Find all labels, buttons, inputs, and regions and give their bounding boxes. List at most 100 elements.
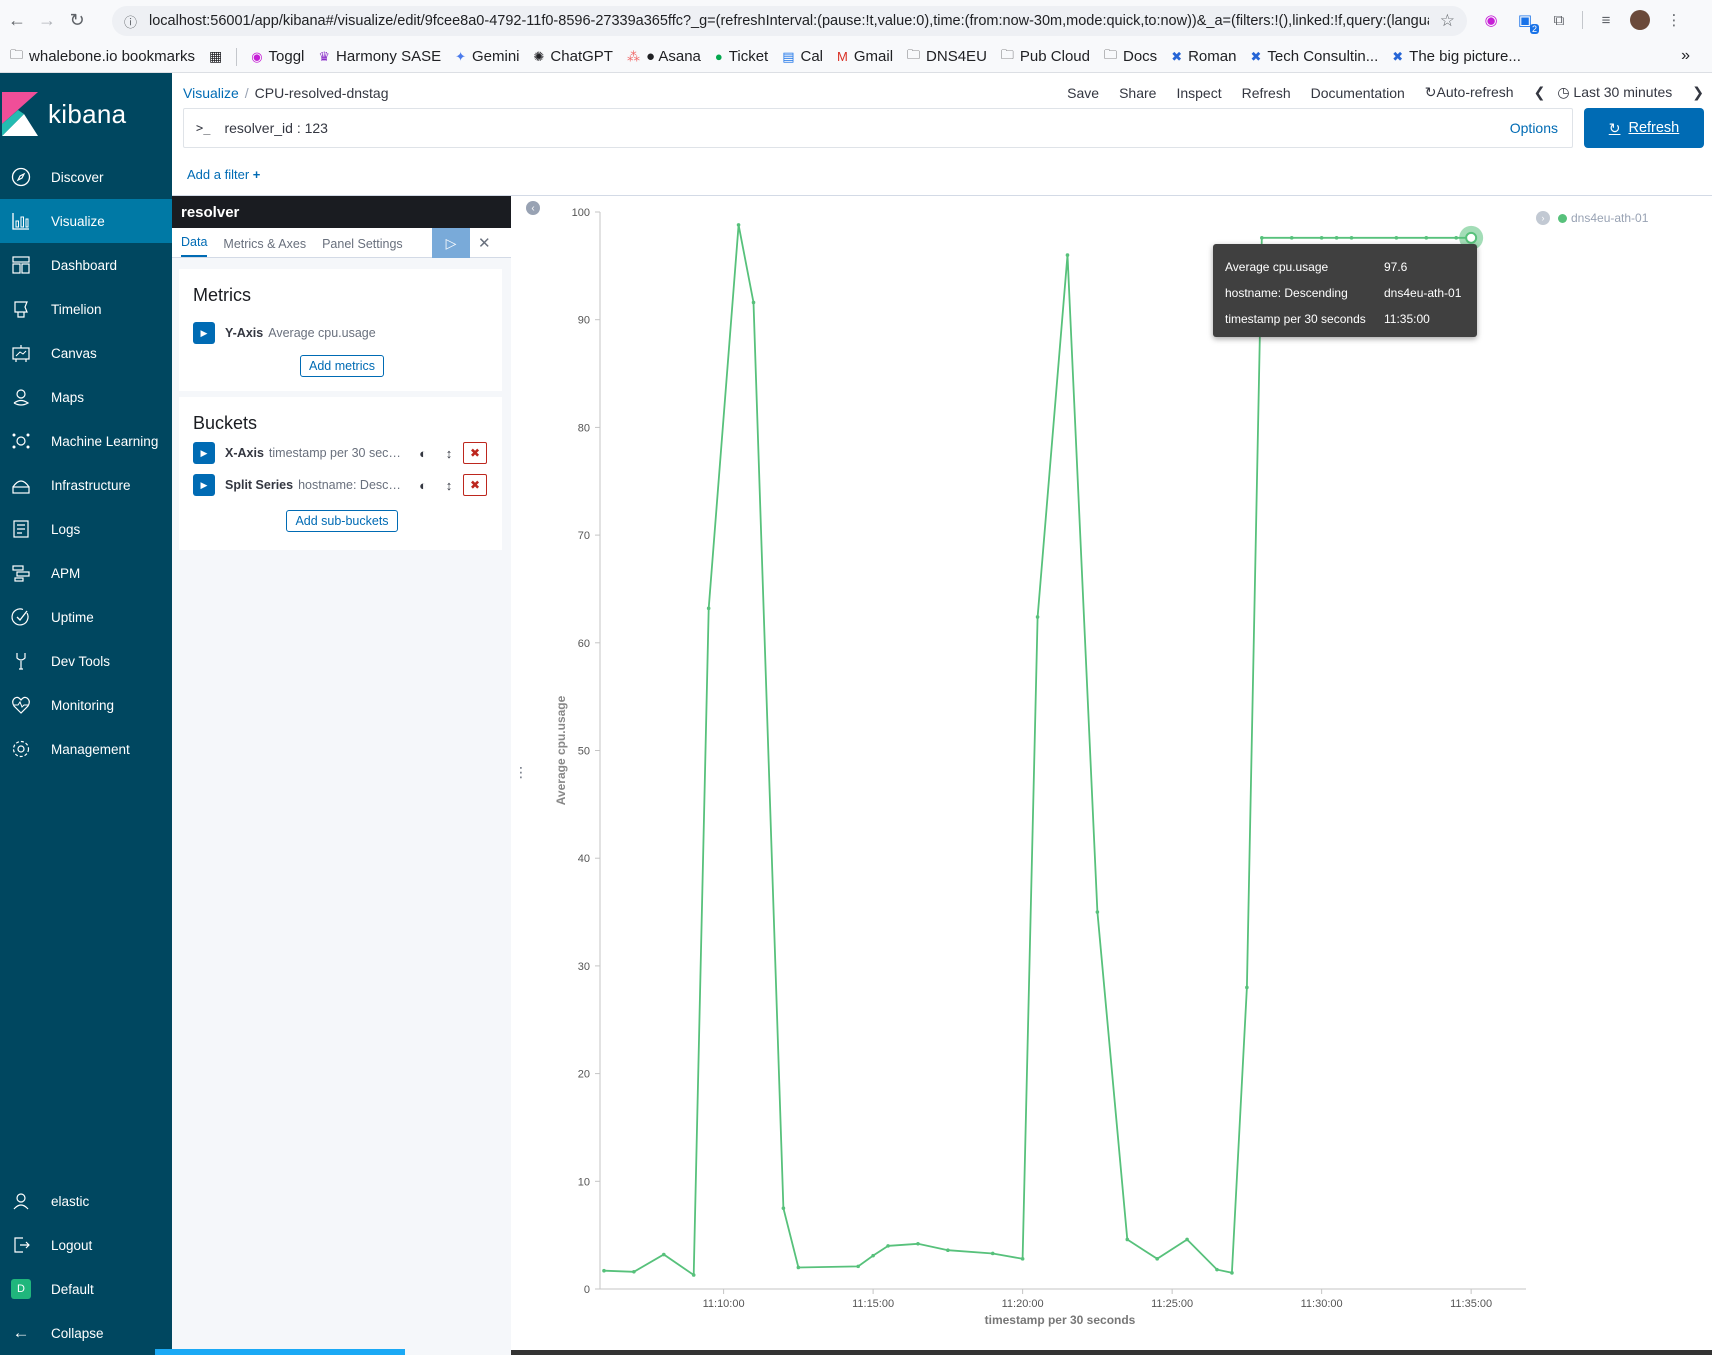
refresh-menu-button[interactable]: Refresh bbox=[1242, 85, 1291, 101]
add-filter-button[interactable]: Add a filter + bbox=[187, 167, 260, 182]
query-options-button[interactable]: Options bbox=[1510, 120, 1558, 136]
bookmark-label: DNS4EU bbox=[926, 48, 987, 65]
nav-infrastructure[interactable]: Infrastructure bbox=[0, 463, 172, 507]
save-button[interactable]: Save bbox=[1067, 85, 1099, 101]
drag-handle-icon[interactable]: ↕ bbox=[437, 442, 461, 464]
data-point bbox=[886, 1244, 890, 1248]
breadcrumb-visualize[interactable]: Visualize bbox=[183, 85, 239, 101]
nav-management[interactable]: Management bbox=[0, 727, 172, 771]
toggle-agg-icon[interactable]: ◐ bbox=[411, 442, 435, 464]
expand-arrow-icon[interactable]: ▶ bbox=[193, 474, 215, 496]
back-arrow-icon[interactable]: ← bbox=[2, 6, 32, 36]
nav-dev-tools[interactable]: Dev Tools bbox=[0, 639, 172, 683]
confluence-icon: ✖ bbox=[1250, 48, 1262, 64]
kebab-menu-icon[interactable]: ⋮ bbox=[1663, 9, 1685, 31]
legend-item-label[interactable]: dns4eu-ath-01 bbox=[1571, 211, 1648, 225]
expand-arrow-icon[interactable]: ▶ bbox=[193, 442, 215, 464]
nav-logout[interactable]: Logout bbox=[0, 1223, 172, 1267]
nav-dashboard[interactable]: Dashboard bbox=[0, 243, 172, 287]
breadcrumb-separator: / bbox=[244, 85, 249, 101]
nav-maps[interactable]: Maps bbox=[0, 375, 172, 419]
bookmark-label: Pub Cloud bbox=[1019, 48, 1090, 65]
auto-refresh-button[interactable]: ↻Auto-refresh bbox=[1425, 84, 1514, 101]
refresh-button[interactable]: ↻ Refresh bbox=[1584, 108, 1704, 148]
toggl-extension-icon[interactable]: ◉ bbox=[1480, 9, 1502, 31]
top-nav-menu: Save Share Inspect Refresh Documentation… bbox=[1047, 84, 1704, 101]
nav-canvas[interactable]: Canvas bbox=[0, 331, 172, 375]
time-next-arrow-icon[interactable]: ❯ bbox=[1692, 84, 1704, 101]
add-metrics-button[interactable]: Add metrics bbox=[300, 355, 384, 377]
calendar-icon: ▤ bbox=[782, 48, 795, 64]
bookmark-folder[interactable]: 🗀 whalebone.io bookmarks bbox=[10, 46, 195, 68]
nav-collapse[interactable]: ← Collapse bbox=[0, 1311, 172, 1355]
bookmark-toggl[interactable]: ◉ Toggl bbox=[251, 48, 304, 65]
nav-apm[interactable]: APM bbox=[0, 551, 172, 595]
bookmark-pub-cloud[interactable]: 🗀 Pub Cloud bbox=[1001, 46, 1090, 68]
bookmark-dns4eu[interactable]: 🗀 DNS4EU bbox=[907, 46, 987, 68]
time-prev-arrow-icon[interactable]: ❮ bbox=[1534, 84, 1546, 101]
drag-handle-icon[interactable]: ↕ bbox=[437, 474, 461, 496]
bookmark-gemini[interactable]: ✦ Gemini bbox=[455, 48, 519, 65]
bookmark-star-icon[interactable]: ☆ bbox=[1440, 11, 1455, 31]
bookmark-cal[interactable]: ▤ Cal bbox=[782, 48, 823, 65]
bookmark-big-picture[interactable]: ✖ The big picture... bbox=[1392, 48, 1521, 65]
url-text[interactable]: localhost:56001/app/kibana#/visualize/ed… bbox=[149, 13, 1429, 29]
time-picker-button[interactable]: ◷ Last 30 minutes bbox=[1557, 84, 1672, 101]
puzzle-extensions-icon[interactable]: ⧉ bbox=[1548, 9, 1570, 31]
data-point bbox=[1334, 236, 1339, 240]
data-point bbox=[1319, 236, 1324, 240]
more-bookmarks-icon[interactable]: » bbox=[1681, 47, 1690, 65]
nav-visualize[interactable]: Visualize bbox=[0, 199, 172, 243]
kibana-wordmark: kibana bbox=[48, 98, 127, 129]
legend-toggle-icon[interactable]: › bbox=[1536, 211, 1550, 225]
media-controls-icon[interactable]: ≡ bbox=[1595, 9, 1617, 31]
reload-icon[interactable]: ↻ bbox=[62, 6, 92, 36]
data-point bbox=[1215, 1267, 1219, 1272]
nav-machine-learning[interactable]: Machine Learning bbox=[0, 419, 172, 463]
documentation-button[interactable]: Documentation bbox=[1311, 85, 1405, 101]
bookmark-ticket[interactable]: ● Ticket bbox=[715, 48, 768, 65]
apply-changes-button[interactable]: ▷ bbox=[432, 228, 470, 258]
bookmark-asana[interactable]: ⁂ ● Asana bbox=[627, 48, 701, 65]
nav-discover[interactable]: Discover bbox=[0, 155, 172, 199]
remove-agg-icon[interactable]: ✖ bbox=[463, 474, 487, 496]
remove-agg-icon[interactable]: ✖ bbox=[463, 442, 487, 464]
tab-data[interactable]: Data bbox=[181, 235, 208, 257]
bookmark-gmail[interactable]: M Gmail bbox=[837, 48, 893, 65]
add-sub-buckets-button[interactable]: Add sub-buckets bbox=[286, 510, 398, 532]
address-bar[interactable]: ⓘ localhost:56001/app/kibana#/visualize/… bbox=[112, 6, 1467, 36]
toggle-agg-icon[interactable]: ◐ bbox=[411, 474, 435, 496]
site-info-icon[interactable]: ⓘ bbox=[124, 12, 137, 31]
bookmark-roman[interactable]: ✖ Roman bbox=[1171, 48, 1236, 65]
maps-icon bbox=[10, 386, 32, 408]
apps-grid-icon[interactable]: ▦ bbox=[209, 48, 222, 65]
nav-uptime[interactable]: Uptime bbox=[0, 595, 172, 639]
profile-avatar[interactable] bbox=[1629, 9, 1651, 31]
bookmark-harmony[interactable]: ♛ Harmony SASE bbox=[318, 48, 441, 65]
bookmark-tech-consulting[interactable]: ✖ Tech Consultin... bbox=[1250, 48, 1378, 65]
nav-user[interactable]: elastic bbox=[0, 1179, 172, 1223]
forward-arrow-icon[interactable]: → bbox=[32, 6, 62, 36]
bookmark-label: Toggl bbox=[268, 48, 305, 65]
bookmark-docs[interactable]: 🗀 Docs bbox=[1104, 46, 1157, 68]
share-button[interactable]: Share bbox=[1119, 85, 1156, 101]
logout-icon bbox=[10, 1234, 32, 1256]
inspect-button[interactable]: Inspect bbox=[1176, 85, 1221, 101]
query-text[interactable]: resolver_id : 123 bbox=[224, 120, 328, 136]
kibana-logo[interactable]: kibana bbox=[0, 73, 172, 155]
nav-monitoring[interactable]: Monitoring bbox=[0, 683, 172, 727]
query-input[interactable]: >_ resolver_id : 123 Options bbox=[183, 108, 1573, 148]
space-avatar: D bbox=[10, 1278, 32, 1300]
data-point bbox=[691, 1273, 696, 1277]
nav-space[interactable]: D Default bbox=[0, 1267, 172, 1311]
tab-metrics-axes[interactable]: Metrics & Axes bbox=[223, 237, 306, 257]
nav-timelion[interactable]: Timelion bbox=[0, 287, 172, 331]
discard-changes-icon[interactable]: ✕ bbox=[478, 234, 491, 252]
expand-arrow-icon[interactable]: ▶ bbox=[193, 322, 215, 344]
nav-logs[interactable]: Logs bbox=[0, 507, 172, 551]
tab-panel-settings[interactable]: Panel Settings bbox=[322, 237, 403, 257]
tooltip-key: hostname: Descending bbox=[1225, 286, 1348, 300]
bookmark-chatgpt[interactable]: ✺ ChatGPT bbox=[534, 48, 613, 65]
agg-row-y-axis[interactable]: ▶ Y-Axis Average cpu.usage bbox=[193, 322, 493, 344]
extension-badge-icon[interactable]: ▣ 2 bbox=[1514, 9, 1539, 34]
